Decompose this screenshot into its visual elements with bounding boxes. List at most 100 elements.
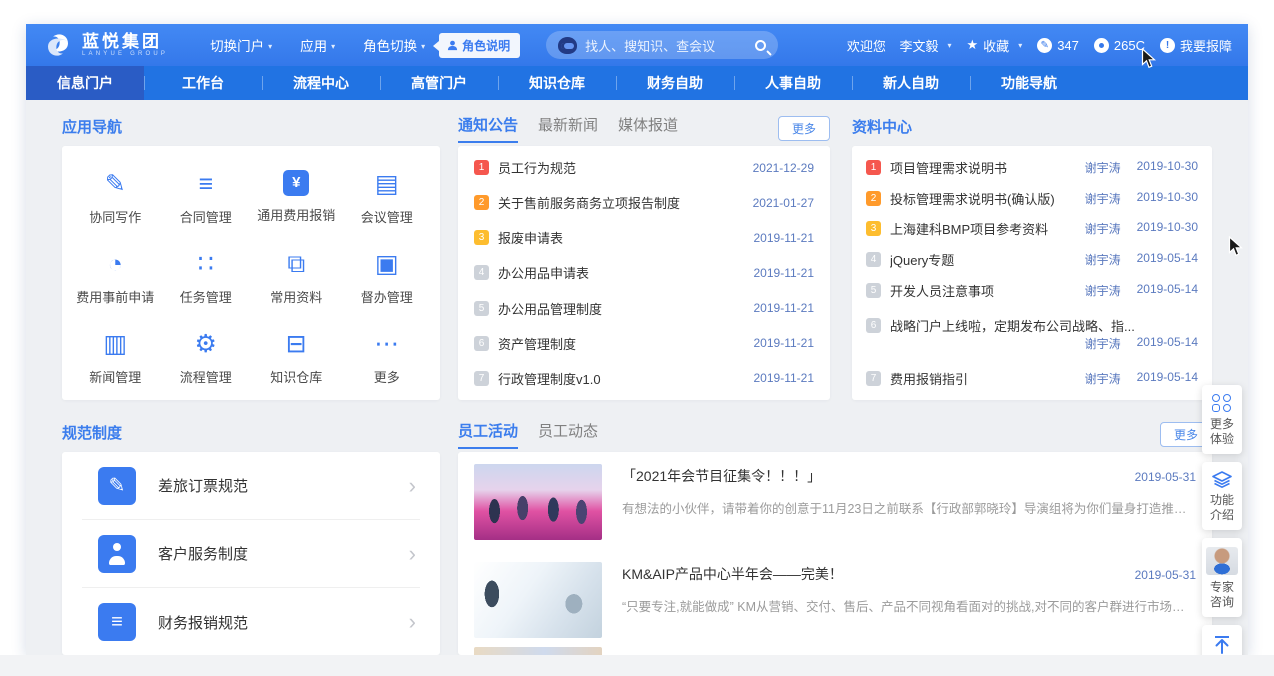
expert-consult-button[interactable]: 专家咨询 bbox=[1202, 538, 1242, 617]
rule-item[interactable]: 客户服务制度 › bbox=[82, 520, 420, 588]
rank-badge: 3 bbox=[866, 221, 881, 236]
nav-tab[interactable]: 知识仓库 bbox=[498, 66, 616, 100]
nav-tab[interactable]: 人事自助 bbox=[734, 66, 852, 100]
nav-tab[interactable]: 功能导航 bbox=[970, 66, 1088, 100]
rank-badge: 3 bbox=[474, 230, 489, 245]
chevron-right-icon: › bbox=[409, 475, 416, 497]
notices-tab[interactable]: 通知公告 bbox=[458, 114, 518, 143]
app-shortcut[interactable]: ◔ 费用事前申请 bbox=[70, 250, 161, 306]
news-clipboard-icon: ▥ bbox=[103, 330, 127, 358]
rule-item[interactable]: ✎ 差旅订票规范 › bbox=[82, 452, 420, 520]
more-dots-icon: ⋯ bbox=[374, 330, 399, 358]
notices-more-button[interactable]: 更多 bbox=[778, 116, 830, 141]
user-menu[interactable]: 欢迎您 李文毅 ▾ bbox=[847, 36, 952, 55]
nav-tab[interactable]: 工作台 bbox=[144, 66, 262, 100]
notice-row[interactable]: 1 员工行为规范 2021-12-29 bbox=[474, 151, 814, 185]
docs-card: 1 项目管理需求说明书 谢宇涛2019-10-30 2 投标管理需求说明书(确认… bbox=[852, 146, 1212, 400]
rules-title: 规范制度 bbox=[62, 422, 122, 443]
notices-tab[interactable]: 媒体报道 bbox=[618, 114, 678, 141]
doc-author: 谢宇涛 bbox=[1085, 335, 1121, 352]
search-bar[interactable]: 找人、搜知识、查会议 bbox=[546, 31, 778, 59]
app-shortcut[interactable]: ⚙ 流程管理 bbox=[161, 330, 252, 386]
doc-title: 投标管理需求说明书(确认版) bbox=[890, 189, 1055, 208]
doc-title: 上海建科BMP项目参考资料 bbox=[890, 219, 1048, 238]
exclamation-icon: ! bbox=[1160, 38, 1175, 53]
app-shortcut[interactable]: ✎ 协同写作 bbox=[70, 170, 161, 226]
nav-tab[interactable]: 流程中心 bbox=[262, 66, 380, 100]
activities-tab[interactable]: 员工活动 bbox=[458, 420, 518, 449]
edit-count[interactable]: ✎ 347 bbox=[1037, 38, 1079, 53]
logo[interactable]: 蓝悦集团 LANYUE GROUP bbox=[42, 30, 168, 60]
notice-row[interactable]: 4 办公用品申请表 2019-11-21 bbox=[474, 256, 814, 290]
activity-item[interactable]: 「2021年会节目征集令！！！」 2019-05-31 有想法的小伙伴，请带着你… bbox=[458, 452, 1212, 550]
notices-tab[interactable]: 最新新闻 bbox=[538, 114, 598, 141]
header-menu-item[interactable]: 角色切换▾ bbox=[363, 35, 425, 55]
stage-performance-photo bbox=[474, 464, 602, 540]
activities-tab[interactable]: 员工动态 bbox=[538, 420, 598, 447]
person-icon bbox=[447, 40, 458, 51]
search-icon[interactable] bbox=[755, 40, 766, 51]
company-name-en: LANYUE GROUP bbox=[82, 51, 168, 57]
app-shortcut[interactable]: ¥ 通用费用报销 bbox=[251, 170, 342, 226]
activity-description: 有想法的小伙伴，请带着你的创意于11月23日之前联系【行政部郭晓玲】导演组将为你… bbox=[622, 498, 1196, 517]
nav-tab[interactable]: 高管门户 bbox=[380, 66, 498, 100]
role-description-button[interactable]: 角色说明 bbox=[439, 33, 520, 58]
app-shortcut[interactable]: ▥ 新闻管理 bbox=[70, 330, 161, 386]
app-shortcut[interactable]: ▣ 督办管理 bbox=[342, 250, 433, 306]
doc-row[interactable]: 6 战略门户上线啦，定期发布公司战略、指... 谢宇涛2019-05-14 bbox=[866, 306, 1198, 362]
app-shortcut[interactable]: ▤ 会议管理 bbox=[342, 170, 433, 226]
search-placeholder: 找人、搜知识、查会议 bbox=[585, 36, 747, 55]
report-issue-button[interactable]: ! 我要报障 bbox=[1160, 36, 1232, 55]
notices-header: 通知公告 最新新闻 媒体报道 更多 bbox=[458, 114, 830, 143]
doc-row[interactable]: 2 投标管理需求说明书(确认版) 谢宇涛2019-10-30 bbox=[866, 184, 1198, 213]
notice-row[interactable]: 2 关于售前服务商务立项报告制度 2021-01-27 bbox=[474, 186, 814, 220]
activities-header: 员工活动 员工动态 更多 bbox=[458, 420, 1212, 449]
rank-badge: 7 bbox=[474, 371, 489, 386]
notice-title: 报废申请表 bbox=[498, 228, 744, 247]
doc-date: 2019-10-30 bbox=[1137, 159, 1198, 176]
doc-row[interactable]: 5 开发人员注意事项 谢宇涛2019-05-14 bbox=[866, 276, 1198, 305]
activity-title: 「2021年会节目征集令！！！」 bbox=[622, 466, 1123, 486]
favorites-menu[interactable]: ★ 收藏 ▾ bbox=[967, 36, 1023, 55]
feature-intro-button[interactable]: 功能介绍 bbox=[1202, 462, 1242, 530]
nav-tab[interactable]: 信息门户 bbox=[26, 66, 144, 100]
doc-row[interactable]: 3 上海建科BMP项目参考资料 谢宇涛2019-10-30 bbox=[866, 214, 1198, 243]
activity-date: 2019-05-31 bbox=[1135, 568, 1196, 582]
chevron-down-icon: ▾ bbox=[1018, 41, 1022, 50]
doc-row[interactable]: 7 费用报销指引 谢宇涛2019-05-14 bbox=[866, 364, 1198, 393]
activity-item[interactable]: KM&AIP产品中心半年会——完美！ 2019-05-31 “只要专注,就能做成… bbox=[458, 550, 1212, 648]
notices-card: 1 员工行为规范 2021-12-29 2 关于售前服务商务立项报告制度 202… bbox=[458, 146, 830, 400]
app-shortcut[interactable]: ⊟ 知识仓库 bbox=[251, 330, 342, 386]
header-menu-item[interactable]: 应用▾ bbox=[300, 35, 335, 55]
tasks-dots-icon: ∷ bbox=[198, 250, 214, 278]
app-nav-card: ✎ 协同写作 ≡ 合同管理 ¥ 通用费用报销 ▤ bbox=[62, 146, 440, 400]
app-shortcut[interactable]: ⧉ 常用资料 bbox=[251, 250, 342, 306]
app-shortcut[interactable]: ⋯ 更多 bbox=[342, 330, 433, 386]
doc-row[interactable]: 4 jQuery专题 谢宇涛2019-05-14 bbox=[866, 245, 1198, 274]
notice-title: 办公用品管理制度 bbox=[498, 299, 744, 318]
nav-tab[interactable]: 新人自助 bbox=[852, 66, 970, 100]
notice-row[interactable]: 3 报废申请表 2019-11-21 bbox=[474, 221, 814, 255]
app-shortcut[interactable]: ∷ 任务管理 bbox=[161, 250, 252, 306]
notice-row[interactable]: 5 办公用品管理制度 2019-11-21 bbox=[474, 291, 814, 325]
archive-box-icon: ⊟ bbox=[286, 330, 307, 358]
more-experience-button[interactable]: 更多体验 bbox=[1202, 385, 1242, 454]
header-menu-item[interactable]: 切换门户▾ bbox=[210, 35, 272, 55]
notice-row[interactable]: 6 资产管理制度 2019-11-21 bbox=[474, 326, 814, 360]
nav-tab[interactable]: 财务自助 bbox=[616, 66, 734, 100]
doc-date: 2019-05-14 bbox=[1137, 370, 1198, 387]
user-name: 李文毅 bbox=[899, 36, 938, 55]
doc-pencil-icon: ✎ bbox=[98, 467, 136, 505]
main-content: 应用导航 ✎ 协同写作 ≡ 合同管理 ¥ 通用费用报销 bbox=[26, 100, 1248, 655]
rank-badge: 6 bbox=[866, 318, 881, 333]
company-name: 蓝悦集团 bbox=[82, 33, 168, 51]
notice-row[interactable]: 7 行政管理制度v1.0 2019-11-21 bbox=[474, 361, 814, 395]
doc-list: 1 项目管理需求说明书 谢宇涛2019-10-30 2 投标管理需求说明书(确认… bbox=[852, 146, 1212, 400]
view-count[interactable]: 265C bbox=[1094, 38, 1145, 53]
rule-label: 客户服务制度 bbox=[158, 543, 248, 564]
rule-item[interactable]: ≡ 财务报销规范 › bbox=[82, 588, 420, 655]
back-to-top-button[interactable] bbox=[1202, 625, 1242, 655]
doc-row[interactable]: 1 项目管理需求说明书 谢宇涛2019-10-30 bbox=[866, 153, 1198, 182]
app-shortcut[interactable]: ≡ 合同管理 bbox=[161, 170, 252, 226]
pencil-circle-icon: ✎ bbox=[1037, 38, 1052, 53]
